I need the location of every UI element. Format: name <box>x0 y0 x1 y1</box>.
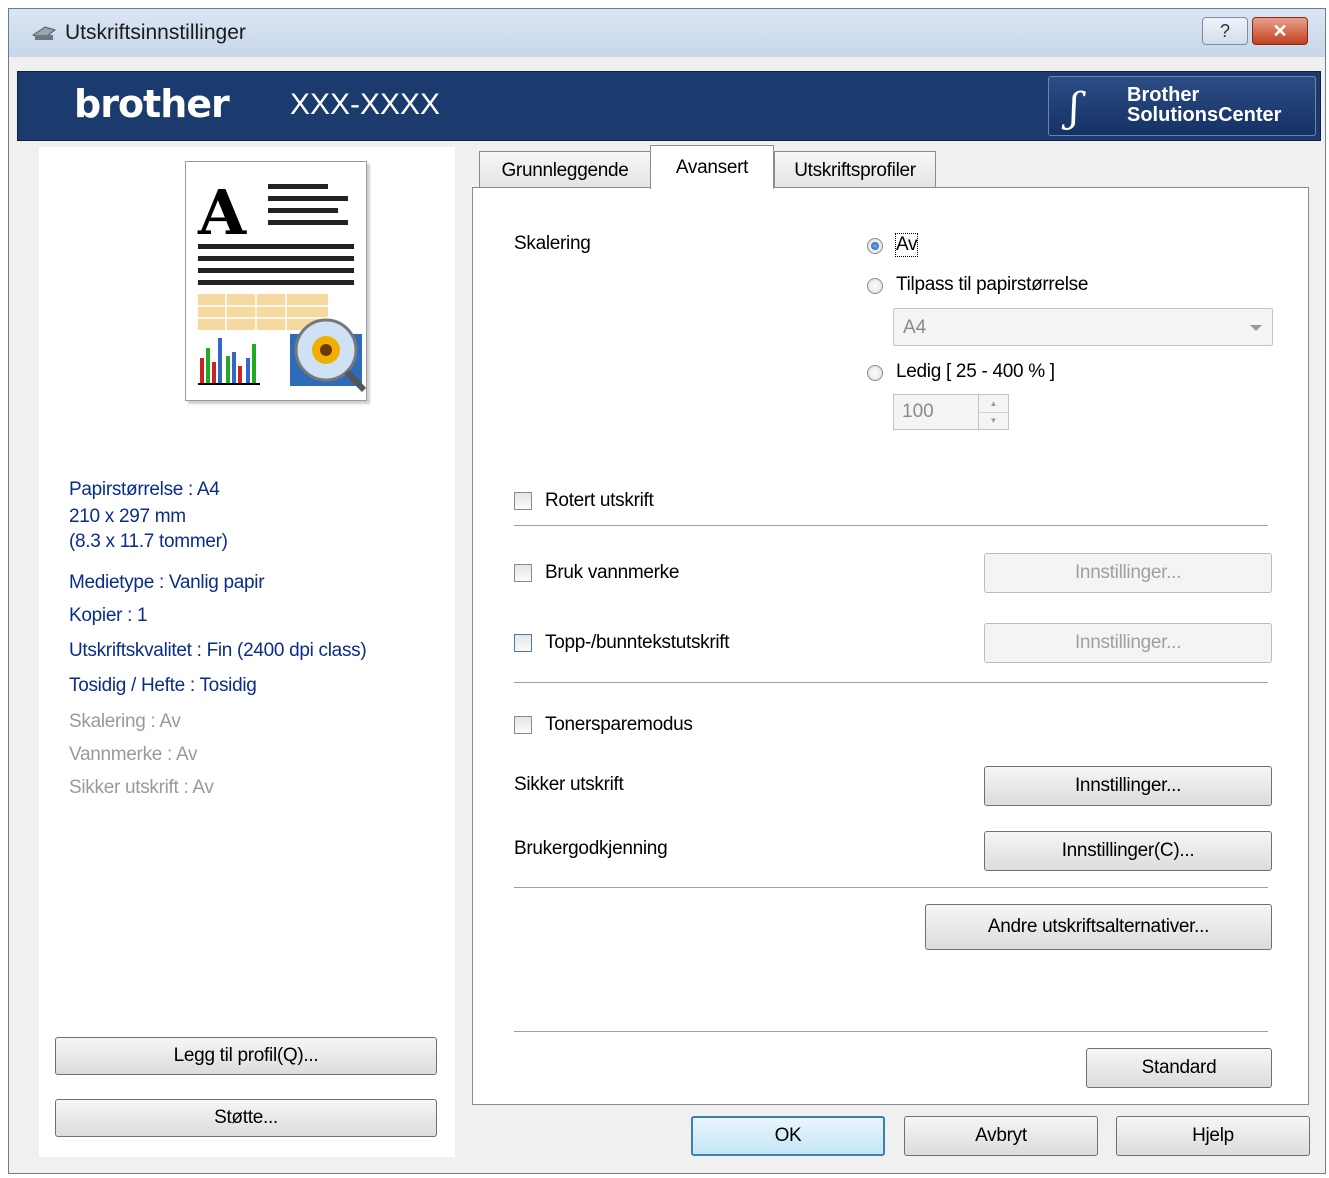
help-title-button[interactable]: ? <box>1202 17 1248 45</box>
close-button[interactable]: ✕ <box>1252 17 1308 45</box>
solutions-center-line2: SolutionsCenter <box>1127 104 1282 126</box>
free-scale-value: 100 <box>902 401 934 422</box>
print-settings-window: Utskriftsinnstillinger ? ✕ brother XXX-X… <box>8 8 1326 1174</box>
printer-icon <box>31 26 57 40</box>
window-title: Utskriftsinnstillinger <box>65 21 246 44</box>
print-quality-info: Utskriftskvalitet : Fin (2400 dpi class) <box>69 640 367 661</box>
secure-print-info: Sikker utskrift : Av <box>69 777 214 798</box>
fit-paper-size-select[interactable]: A4 <box>893 308 1273 346</box>
watermark-info: Vannmerke : Av <box>69 744 198 765</box>
other-print-options-button[interactable]: Andre utskriftsalternativer... <box>925 904 1272 950</box>
ok-button[interactable]: OK <box>691 1116 885 1156</box>
chevron-down-icon <box>1250 325 1262 331</box>
divider <box>514 525 1268 527</box>
toner-save-label[interactable]: Tonersparemodus <box>545 714 693 736</box>
tab-print-profiles[interactable]: Utskriftsprofiler <box>774 151 936 189</box>
free-scale-stepper[interactable]: 100 ▲ ▼ <box>893 394 1009 430</box>
printer-model: XXX-XXXX <box>290 88 441 121</box>
divider <box>514 682 1268 684</box>
paper-dimensions-in: (8.3 x 11.7 tommer) <box>69 531 228 552</box>
solutions-center-line1: Brother <box>1127 84 1200 106</box>
advanced-tab-panel: Skalering Av Tilpass til papirstørrelse … <box>472 187 1309 1105</box>
watermark-label[interactable]: Bruk vannmerke <box>545 562 679 584</box>
summary-panel: A Papirstørrelse: A4 210 x 297 mm (8.3 … <box>39 147 455 1157</box>
media-type-info: Medietype : Vanlig papir <box>69 572 265 593</box>
watermark-checkbox[interactable] <box>514 564 532 582</box>
cancel-button[interactable]: Avbryt <box>904 1116 1098 1156</box>
user-auth-label: Brukergodkjenning <box>514 838 668 859</box>
tab-basic[interactable]: Grunnleggende <box>479 151 651 189</box>
toner-save-checkbox[interactable] <box>514 716 532 734</box>
secure-print-settings-button[interactable]: Innstillinger... <box>984 766 1272 806</box>
header-footer-label[interactable]: Topp-/bunntekstutskrift <box>545 632 730 654</box>
scaling-free-radio[interactable] <box>867 365 883 381</box>
title-bar: Utskriftsinnstillinger ? ✕ <box>9 9 1325 57</box>
support-button[interactable]: Støtte... <box>55 1099 437 1137</box>
scaling-off-radio[interactable] <box>867 238 883 254</box>
watermark-settings-button[interactable]: Innstillinger... <box>984 553 1272 593</box>
fit-paper-size-value: A4 <box>903 317 927 338</box>
scaling-off-label[interactable]: Av <box>894 233 919 257</box>
solutions-center-icon: ʃ <box>1069 85 1080 131</box>
stepper-down-icon[interactable]: ▼ <box>979 412 1008 429</box>
svg-text:A: A <box>197 176 247 249</box>
scaling-info: Skalering : Av <box>69 711 181 732</box>
paper-dimensions-mm: 210 x 297 mm <box>69 506 186 527</box>
brand-banner: brother XXX-XXXX ʃ Brother SolutionsCent… <box>17 71 1321 141</box>
tab-advanced[interactable]: Avansert <box>650 145 774 189</box>
stepper-up-icon[interactable]: ▲ <box>979 395 1008 413</box>
paper-size-info: Papirstørrelse : A4 <box>69 479 220 500</box>
help-button[interactable]: Hjelp <box>1116 1116 1310 1156</box>
rotate-print-checkbox[interactable] <box>514 492 532 510</box>
standard-button[interactable]: Standard <box>1086 1048 1272 1088</box>
header-footer-settings-button[interactable]: Innstillinger... <box>984 623 1272 663</box>
add-profile-button[interactable]: Legg til profil(Q)... <box>55 1037 437 1075</box>
user-auth-settings-button[interactable]: Innstillinger(C)... <box>984 831 1272 871</box>
header-footer-checkbox[interactable] <box>514 634 532 652</box>
scaling-free-label[interactable]: Ledig [ 25 - 400 % ] <box>896 361 1055 383</box>
scaling-label: Skalering <box>514 233 591 254</box>
rotate-print-label[interactable]: Rotert utskrift <box>545 490 654 512</box>
divider <box>514 1031 1268 1033</box>
solutions-center-button[interactable]: ʃ Brother SolutionsCenter <box>1048 76 1316 136</box>
divider <box>514 887 1268 889</box>
copies-info: Kopier : 1 <box>69 605 148 626</box>
page-preview-image: A <box>185 161 367 401</box>
scaling-fit-radio[interactable] <box>867 278 883 294</box>
duplex-info: Tosidig / Hefte : Tosidig <box>69 675 257 696</box>
secure-print-label: Sikker utskrift <box>514 774 624 795</box>
scaling-fit-label[interactable]: Tilpass til papirstørrelse <box>896 274 1088 296</box>
brother-logo: brother <box>74 82 230 126</box>
